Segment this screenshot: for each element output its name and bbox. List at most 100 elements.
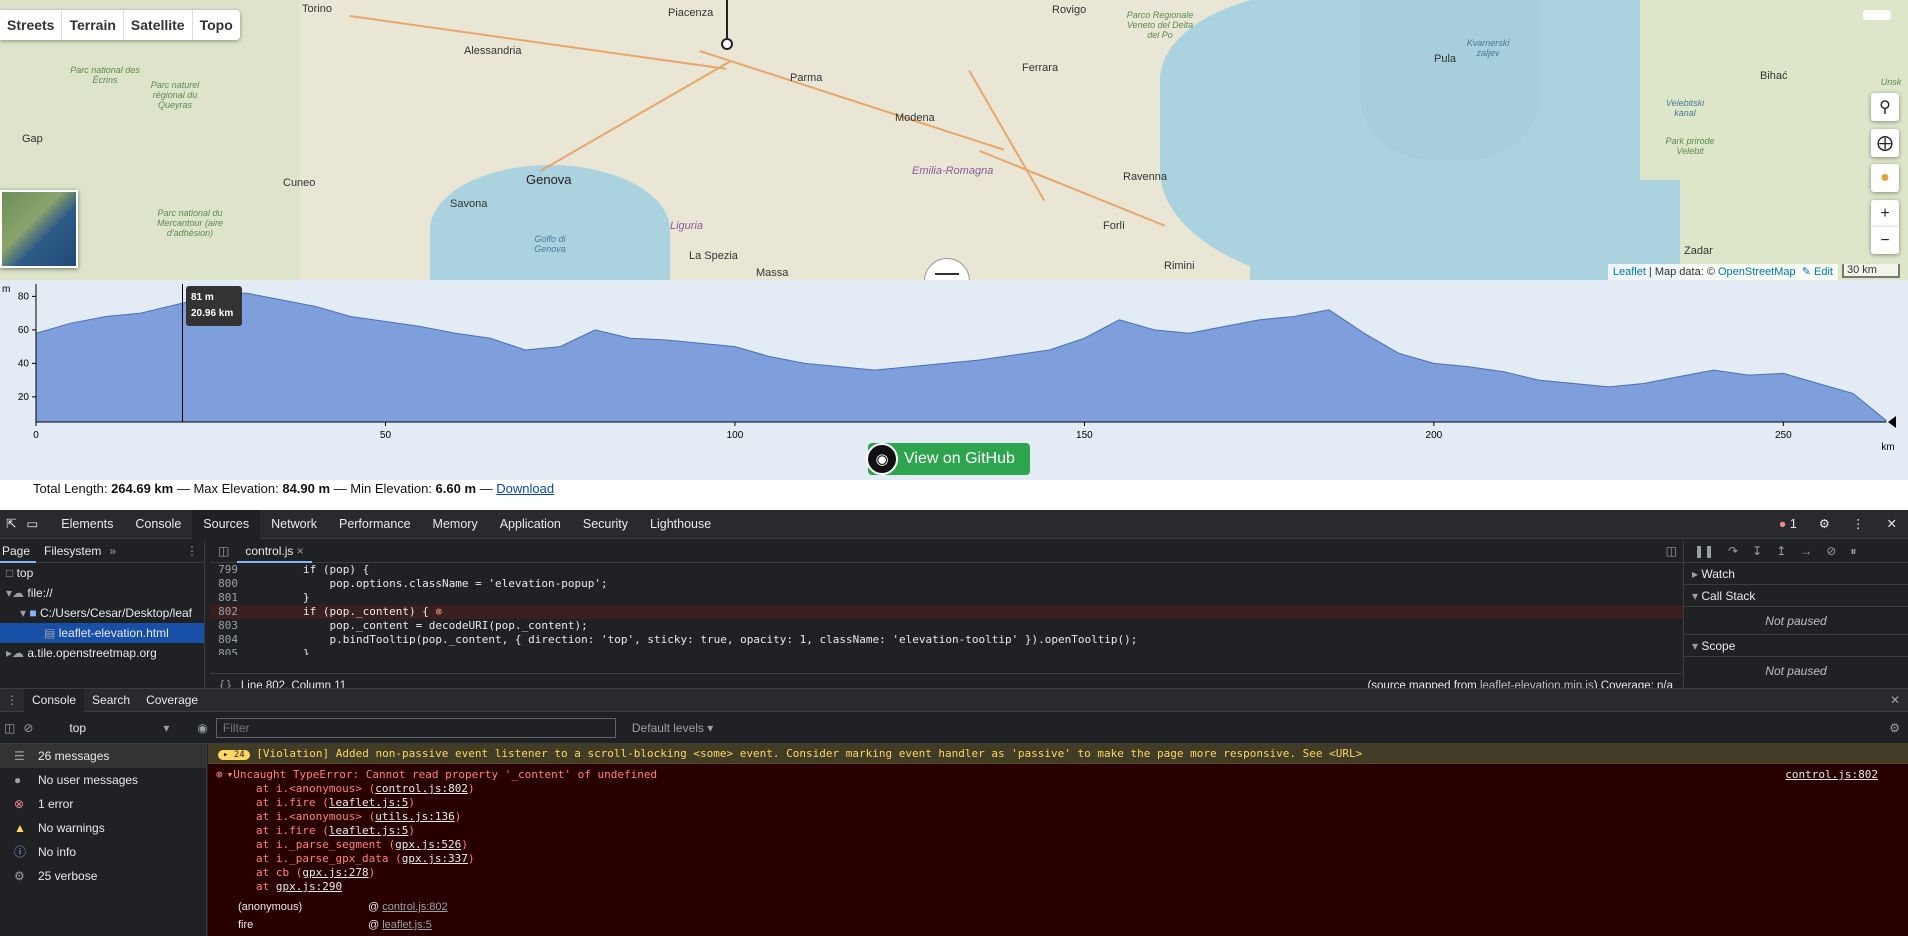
step-into-icon[interactable]: ↧ [1752,544,1762,558]
call-frame: (anonymous) @ control.js:802 [238,901,448,913]
close-devtools-icon[interactable]: ✕ [1876,510,1908,539]
device-toolbar-icon[interactable]: ▭ [22,510,50,539]
watch-section[interactable]: ▸ Watch [1684,563,1908,585]
drawer-tab-console[interactable]: Console [24,688,85,712]
tab-network[interactable]: Network [260,510,328,539]
stack-link[interactable]: gpx.js:278 [302,866,368,879]
download-link[interactable]: Download [496,481,554,496]
sidebar-warnings[interactable]: ▲ No warnings [0,816,206,840]
close-drawer-icon[interactable]: ✕ [1890,693,1908,707]
code-lines[interactable]: 799 if (pop) { 800 pop.options.className… [210,563,1683,655]
map-attribution: Leaflet | Map data: © OpenStreetMap ✎ Ed… [1607,264,1838,280]
sidebar-messages[interactable]: ☰ 26 messages [0,744,206,768]
region-label: Emilia-Romagna [912,165,994,177]
edit-link[interactable]: ✎ Edit [1802,266,1833,278]
layer-satellite[interactable]: Satellite [124,10,193,40]
log-levels-select[interactable]: Default levels ▾ [624,721,713,735]
console-filter-input[interactable] [215,717,616,738]
minimap[interactable] [0,190,78,268]
error-expand-icon[interactable]: ▾ [223,768,234,782]
stack-link[interactable]: control.js:802 [375,782,468,795]
error-marker-icon[interactable]: ⊗ [435,605,442,618]
live-expression-icon[interactable]: ◉ [177,721,207,735]
route-marker[interactable] [721,38,733,50]
deactivate-breakpoints-icon[interactable]: ⊘ [1826,544,1836,558]
step-over-icon[interactable]: ↷ [1728,544,1738,558]
tab-elements[interactable]: Elements [50,510,124,539]
stack-link[interactable]: gpx.js:337 [402,852,468,865]
leaflet-link[interactable]: Leaflet [1613,266,1646,278]
zoom-in-button[interactable]: + [1871,200,1899,227]
tab-performance[interactable]: Performance [328,510,422,539]
tab-sources[interactable]: Sources [192,509,261,539]
call-stack-section[interactable]: ▾ Call Stack [1684,585,1908,607]
sidebar-info[interactable]: ⓘ No info [0,840,206,864]
stack-link[interactable]: leaflet.js:5 [329,824,408,837]
sidebar-toggle-icon[interactable]: ◫ [0,721,15,735]
stack-link[interactable]: gpx.js:526 [395,838,461,851]
clear-console-icon[interactable]: ⊘ [23,721,33,735]
console-log[interactable]: ▸ 24 [Violation] Added non-passive event… [208,744,1908,936]
tree-item-tiles[interactable]: ▸☁ a.tile.openstreetmap.org [0,643,204,663]
file-tab-control[interactable]: control.js × [237,539,312,563]
step-icon[interactable]: → [1800,544,1812,558]
drawer-tab-coverage[interactable]: Coverage [138,693,206,707]
elevation-toggle[interactable] [924,258,970,280]
zoom-out-button[interactable]: − [1871,227,1899,254]
search-button[interactable]: ⚲ [1871,93,1899,121]
error-source-link[interactable]: control.js:802 [1785,768,1908,782]
sidebar-verbose[interactable]: ⚙ 25 verbose [0,864,206,888]
tab-filesystem[interactable]: Filesystem [36,544,109,558]
map[interactable]: Torino Piacenza Rovigo Alessandria Parma… [0,0,1908,280]
layer-terrain[interactable]: Terrain [62,10,124,40]
tab-application[interactable]: Application [489,510,572,539]
drawer-menu-icon[interactable]: ⋮ [0,693,24,707]
close-tab-icon[interactable]: × [297,540,304,563]
tab-console[interactable]: Console [124,510,192,539]
code-line: 805 } [218,647,310,655]
pause-icon[interactable]: ❚❚ [1694,544,1714,558]
settings-icon[interactable]: ⚙ [1808,510,1841,539]
navigator-menu-icon[interactable]: ⋮ [186,544,204,558]
frame-link[interactable]: leaflet.js:5 [382,919,432,931]
city-label: Pula [1434,53,1457,65]
stack-link[interactable]: leaflet.js:5 [329,796,408,809]
scope-section[interactable]: ▾ Scope [1684,635,1908,657]
sidebar-errors[interactable]: ⊗ 1 error [0,792,206,816]
layer-topo[interactable]: Topo [193,10,240,40]
tree-item-top[interactable]: □ top [0,563,204,583]
fullscreen-control[interactable] [1863,10,1891,20]
city-label: Alessandria [464,45,522,57]
tab-lighthouse[interactable]: Lighthouse [639,510,722,539]
toggle-debugger-icon[interactable]: ◫ [1666,544,1683,558]
tree-item-selected-file[interactable]: ▤ leaflet-elevation.html [0,623,204,643]
sidebar-user-messages[interactable]: ● No user messages [0,768,206,792]
more-icon[interactable]: ⋮ [1841,510,1876,539]
inspect-icon[interactable]: ⇱ [0,510,22,539]
stack-link[interactable]: utils.js:136 [375,810,454,823]
toggle-navigator-icon[interactable]: ◫ [210,544,237,558]
error-counter[interactable]: ● 1 [1768,510,1808,539]
more-tabs-icon[interactable]: » [109,544,116,558]
context-select[interactable]: top ▾ [41,721,169,735]
tab-security[interactable]: Security [572,510,639,539]
drawer-tab-search[interactable]: Search [84,693,138,707]
pegman-button[interactable]: ● [1871,164,1899,192]
pause-exceptions-icon[interactable]: ⏸ [1850,544,1856,559]
frame-link[interactable]: control.js:802 [382,901,447,913]
stack-link[interactable]: gpx.js:290 [276,880,342,893]
error-message[interactable]: ⊗ ▾ Uncaught TypeError: Cannot read prop… [208,764,1908,936]
console-settings-icon[interactable]: ⚙ [1889,721,1908,735]
step-out-icon[interactable]: ↥ [1776,544,1786,558]
osm-link[interactable]: OpenStreetMap [1718,266,1796,278]
tree-item-folder[interactable]: ▾ ■ C:/Users/Cesar/Desktop/leaf [0,603,204,623]
github-button[interactable]: ◉ View on GitHub [866,443,1030,475]
tree-item-file[interactable]: ▾☁ file:// [0,583,204,603]
violation-message[interactable]: ▸ 24 [Violation] Added non-passive event… [208,744,1908,764]
tab-memory[interactable]: Memory [422,510,489,539]
locate-button[interactable]: ⨁ [1871,129,1899,157]
bug-icon: ⚙ [14,869,25,883]
layer-streets[interactable]: Streets [0,10,63,40]
tab-page[interactable]: Page [0,540,37,563]
tooltip-elevation: 81 m [191,292,214,303]
